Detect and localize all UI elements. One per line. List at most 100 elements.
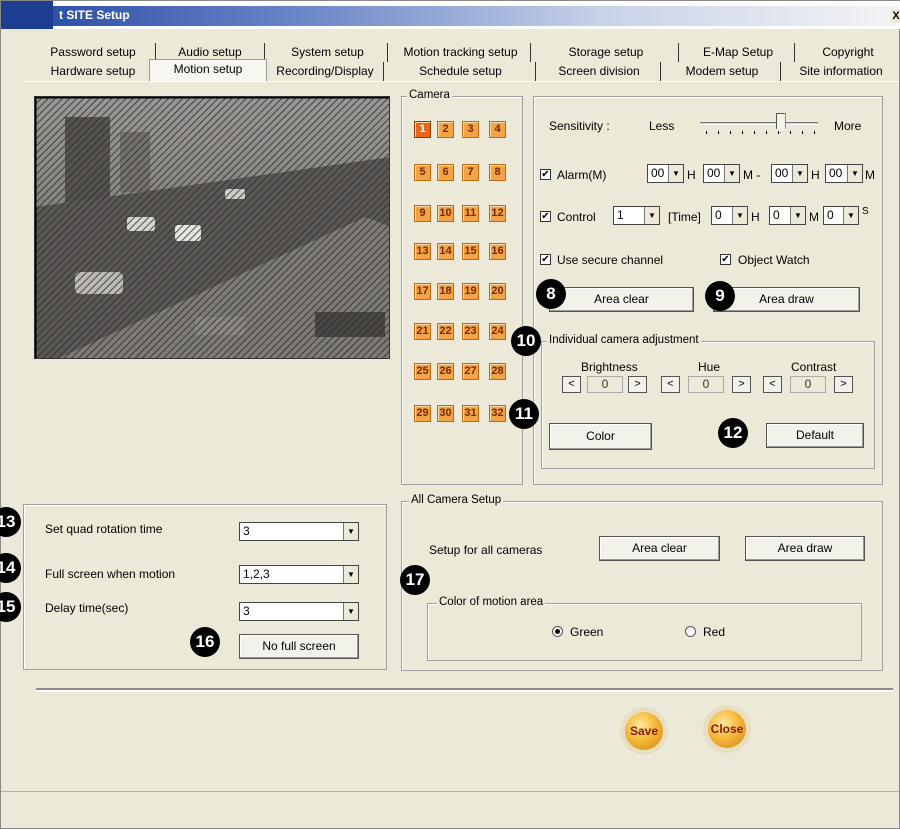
camera-button-19[interactable]: 19 [462, 283, 479, 300]
camera-button-14[interactable]: 14 [437, 243, 454, 260]
full-screen-motion-select[interactable]: 1,2,3 ▼ [239, 565, 359, 584]
setup-all-cameras-label: Setup for all cameras [429, 543, 543, 557]
camera-button-5[interactable]: 5 [414, 164, 431, 181]
tab-schedule-setup[interactable]: Schedule setup [386, 62, 536, 81]
all-area-clear-button[interactable]: Area clear [599, 536, 720, 561]
callout-marker-17: 17 [400, 565, 430, 595]
sensitivity-slider-thumb[interactable] [775, 113, 786, 133]
callout-marker-12: 12 [718, 418, 748, 448]
tab-password-setup[interactable]: Password setup [31, 43, 156, 62]
camera-button-32[interactable]: 32 [489, 405, 506, 422]
camera-button-30[interactable]: 30 [437, 405, 454, 422]
camera-preview-image [35, 97, 389, 358]
no-full-screen-button[interactable]: No full screen [239, 634, 359, 659]
default-button[interactable]: Default [766, 423, 864, 448]
save-button[interactable]: Save [625, 712, 663, 750]
camera-button-9[interactable]: 9 [414, 205, 431, 222]
time-label: [Time] [668, 210, 701, 224]
brightness-increase-button[interactable]: > [628, 376, 647, 393]
tab-recording-display[interactable]: Recording/Display [267, 62, 384, 81]
camera-button-18[interactable]: 18 [437, 283, 454, 300]
camera-button-15[interactable]: 15 [462, 243, 479, 260]
camera-button-6[interactable]: 6 [437, 164, 454, 181]
alarm-start-minute-select[interactable]: 00 ▼ [703, 164, 740, 183]
camera-button-26[interactable]: 26 [437, 363, 454, 380]
time-minute-select[interactable]: 0 ▼ [769, 206, 806, 225]
camera-button-4[interactable]: 4 [489, 121, 506, 138]
alarm-start-hour-select[interactable]: 00 ▼ [647, 164, 684, 183]
time-second-select[interactable]: 0 ▼ [823, 206, 859, 225]
site-setup-window: t SITE Setup X Password setup Audio setup… [0, 0, 900, 829]
camera-button-8[interactable]: 8 [489, 164, 506, 181]
alarm-checkbox[interactable]: ✔ [540, 169, 551, 180]
secure-channel-checkbox[interactable]: ✔ [540, 254, 551, 265]
contrast-label: Contrast [791, 360, 837, 374]
camera-button-16[interactable]: 16 [489, 243, 506, 260]
camera-button-28[interactable]: 28 [489, 363, 506, 380]
camera-button-24[interactable]: 24 [489, 323, 506, 340]
full-screen-motion-value: 1,2,3 [243, 567, 270, 581]
alarm-end-minute-value: 00 [829, 166, 843, 180]
area-draw-button[interactable]: Area draw [713, 287, 860, 312]
tab-e-map-setup[interactable]: E-Map Setup [682, 43, 795, 62]
alarm-end-minute-select[interactable]: 00 ▼ [825, 164, 863, 183]
camera-button-29[interactable]: 29 [414, 405, 431, 422]
tab-screen-division[interactable]: Screen division [538, 62, 661, 81]
control-checkbox[interactable]: ✔ [540, 211, 551, 222]
camera-button-3[interactable]: 3 [462, 121, 479, 138]
alarm-unit-h-1: H [687, 168, 696, 182]
tab-motion-tracking-setup[interactable]: Motion tracking setup [391, 43, 531, 62]
callout-marker-14: 14 [0, 553, 21, 583]
time-hour-select[interactable]: 0 ▼ [711, 206, 748, 225]
bottom-separator [36, 688, 893, 692]
camera-button-27[interactable]: 27 [462, 363, 479, 380]
tab-storage-setup[interactable]: Storage setup [534, 43, 679, 62]
chevron-down-icon: ▼ [343, 603, 358, 620]
camera-button-31[interactable]: 31 [462, 405, 479, 422]
brightness-decrease-button[interactable]: < [562, 376, 581, 393]
close-window-icon[interactable]: X [891, 9, 900, 23]
tab-copyright[interactable]: Copyright [798, 43, 898, 62]
tab-modem-setup[interactable]: Modem setup [664, 62, 781, 81]
window-title: t SITE Setup [59, 8, 130, 22]
color-button[interactable]: Color [549, 423, 652, 450]
camera-button-17[interactable]: 17 [414, 283, 431, 300]
camera-preview[interactable] [34, 96, 390, 359]
alarm-end-hour-select[interactable]: 00 ▼ [771, 164, 808, 183]
red-radio[interactable] [685, 626, 696, 637]
camera-button-12[interactable]: 12 [489, 205, 506, 222]
camera-button-21[interactable]: 21 [414, 323, 431, 340]
camera-button-23[interactable]: 23 [462, 323, 479, 340]
camera-button-20[interactable]: 20 [489, 283, 506, 300]
object-watch-checkbox[interactable]: ✔ [720, 254, 731, 265]
camera-button-2[interactable]: 2 [437, 121, 454, 138]
contrast-increase-button[interactable]: > [834, 376, 853, 393]
tab-hardware-setup[interactable]: Hardware setup [31, 62, 156, 81]
red-label: Red [703, 625, 726, 639]
hue-increase-button[interactable]: > [732, 376, 751, 393]
hue-label: Hue [698, 360, 721, 374]
area-clear-button[interactable]: Area clear [549, 287, 694, 312]
tab-motion-setup[interactable]: Motion setup [149, 59, 267, 81]
camera-button-11[interactable]: 11 [462, 205, 479, 222]
camera-button-25[interactable]: 25 [414, 363, 431, 380]
alarm-start-minute-value: 00 [707, 166, 721, 180]
camera-button-7[interactable]: 7 [462, 164, 479, 181]
slider-tick [814, 131, 815, 134]
camera-button-1[interactable]: 1 [414, 121, 431, 138]
sensitivity-slider[interactable] [698, 111, 822, 137]
camera-button-10[interactable]: 10 [437, 205, 454, 222]
all-area-draw-button[interactable]: Area draw [745, 536, 865, 561]
tab-system-setup[interactable]: System setup [268, 43, 388, 62]
quad-rotation-select[interactable]: 3 ▼ [239, 522, 359, 541]
hue-value: 0 [688, 376, 724, 393]
delay-time-select[interactable]: 3 ▼ [239, 602, 359, 621]
camera-button-13[interactable]: 13 [414, 243, 431, 260]
green-radio[interactable] [552, 626, 563, 637]
hue-decrease-button[interactable]: < [661, 376, 680, 393]
close-button[interactable]: Close [708, 710, 746, 748]
camera-button-22[interactable]: 22 [437, 323, 454, 340]
contrast-decrease-button[interactable]: < [763, 376, 782, 393]
tab-site-information[interactable]: Site information [784, 62, 898, 81]
control-select[interactable]: 1 ▼ [613, 206, 660, 225]
